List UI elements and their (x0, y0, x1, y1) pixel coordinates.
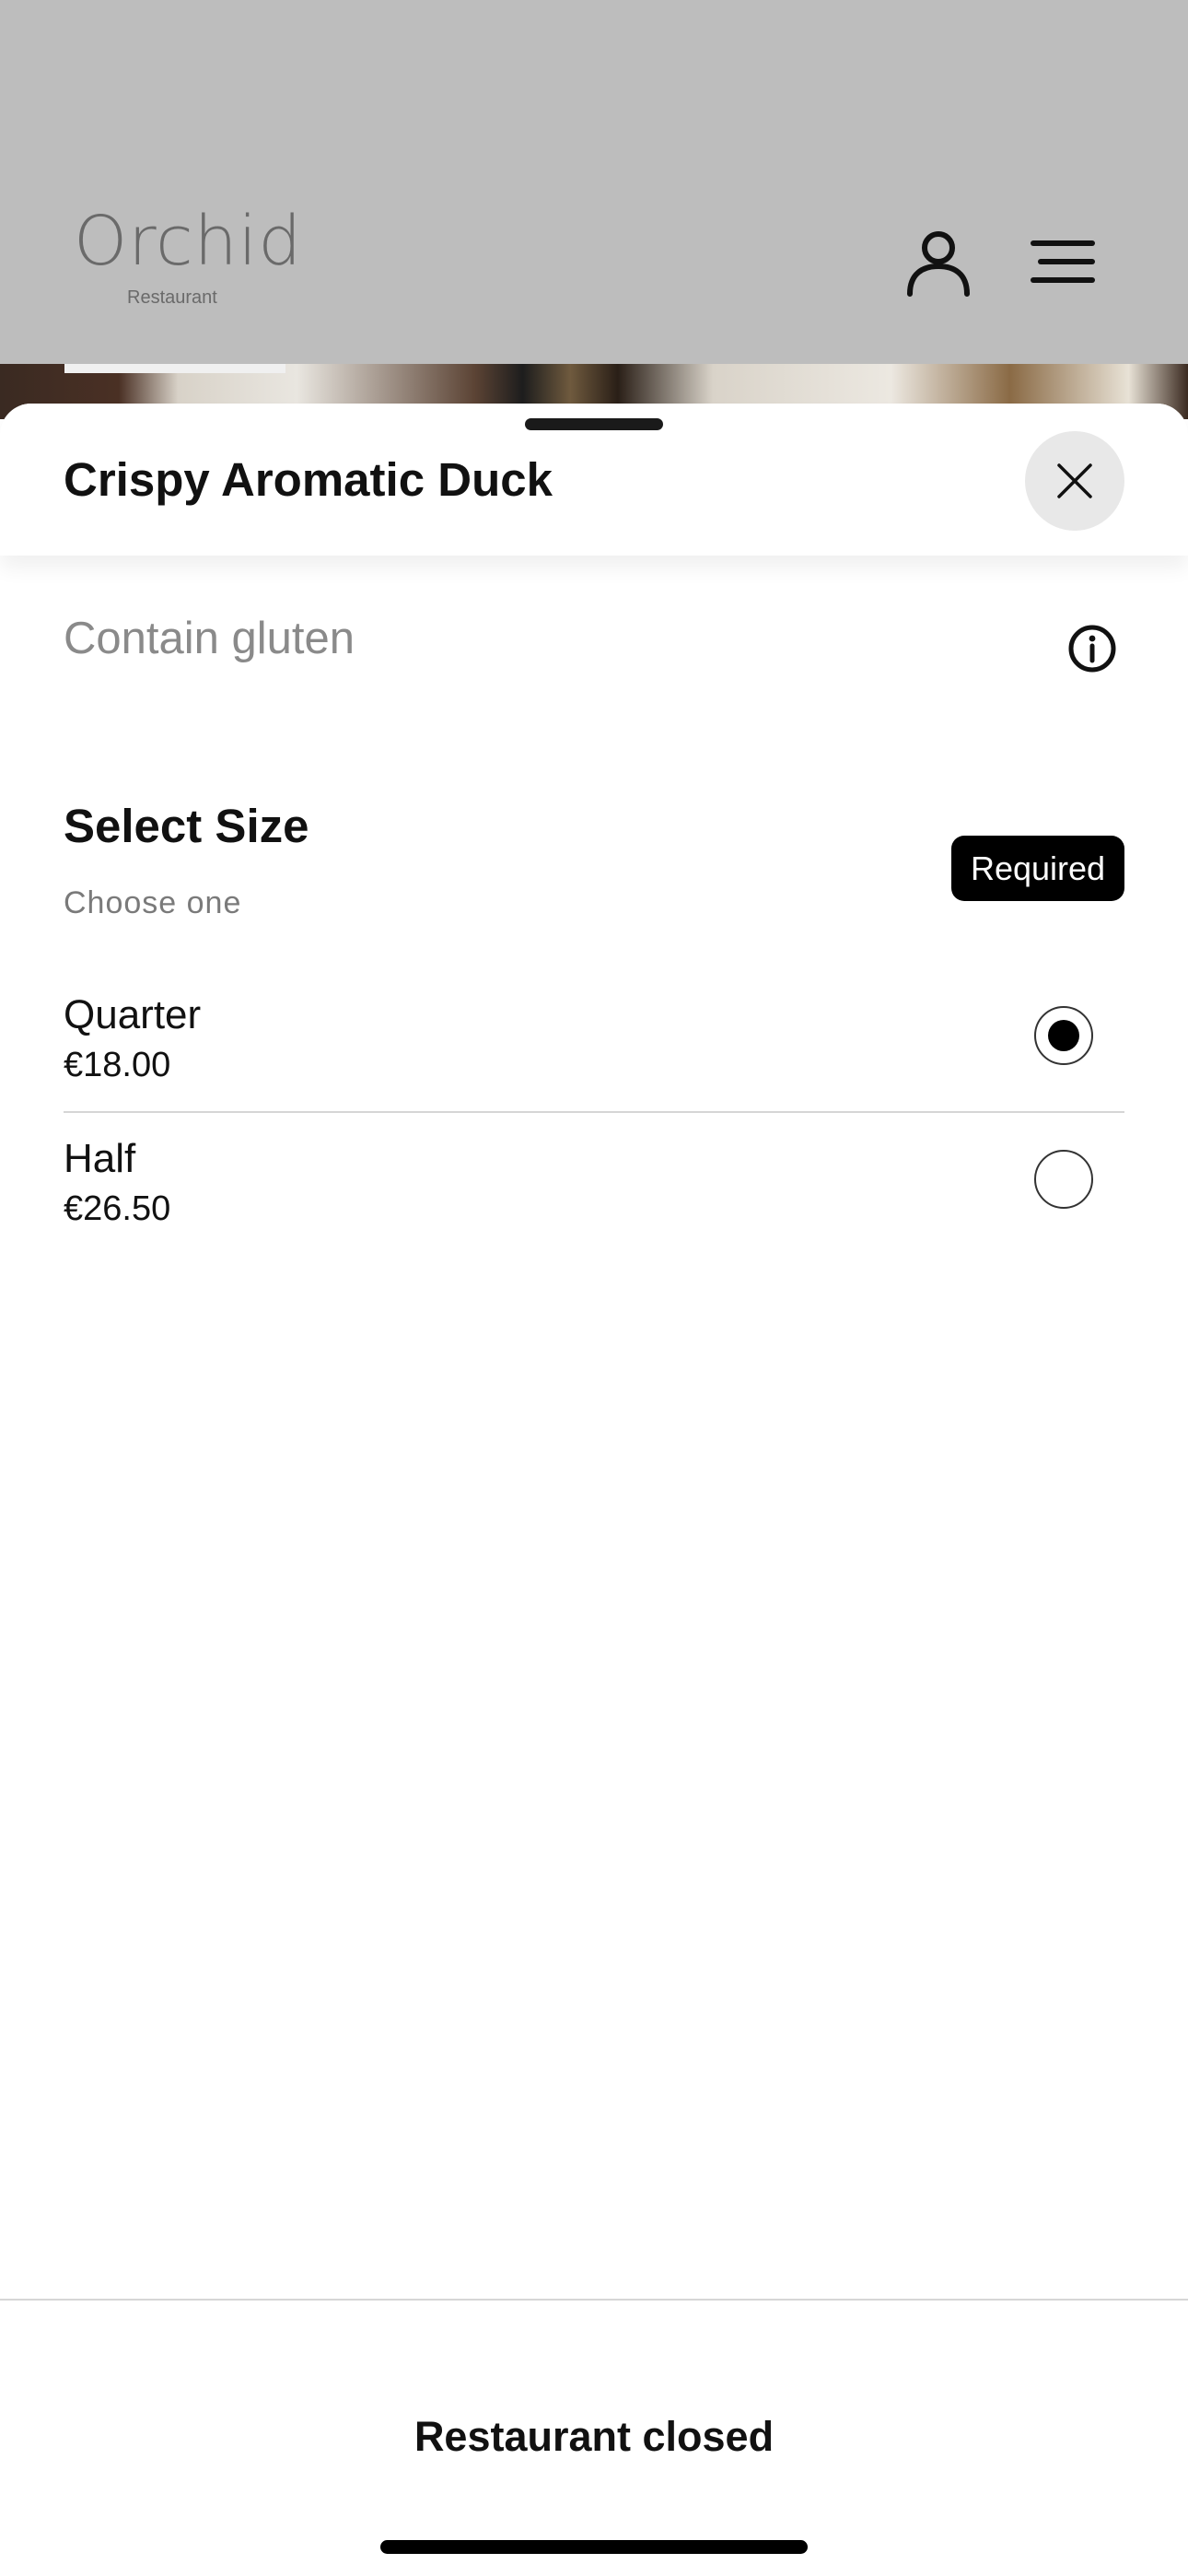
option-name: Half (64, 1136, 136, 1181)
sheet-drag-handle[interactable] (525, 418, 663, 430)
size-option-half[interactable]: Half €26.50 (64, 1135, 1124, 1279)
footer-divider (0, 2299, 1188, 2301)
size-group-subtitle: Choose one (64, 885, 242, 920)
option-divider (64, 1111, 1124, 1113)
item-detail-sheet: Crispy Aromatic Duck Contain gluten Sele… (0, 404, 1188, 2576)
user-icon (907, 231, 970, 297)
info-icon (1068, 625, 1116, 673)
radio-dot (1048, 1020, 1079, 1051)
option-name: Quarter (64, 992, 202, 1037)
logo-wordmark: Orchid (74, 202, 303, 281)
sheet-header: Crispy Aromatic Duck (0, 404, 1188, 556)
menu-button[interactable] (1030, 238, 1096, 286)
size-group-title: Select Size (64, 800, 309, 852)
option-price: €26.50 (64, 1189, 171, 1228)
close-icon (1057, 463, 1092, 498)
restaurant-logo[interactable]: Orchid Restaurant (74, 207, 301, 318)
logo-subtitle: Restaurant (127, 287, 217, 308)
size-option-quarter[interactable]: Quarter €18.00 (64, 991, 1124, 1135)
screen: Orchid Restaurant Crispy Aromatic Duck C… (0, 0, 1188, 2576)
option-price: €18.00 (64, 1046, 171, 1084)
home-indicator (380, 2540, 808, 2554)
radio-button-selected[interactable] (1034, 1006, 1093, 1065)
required-badge: Required (951, 836, 1124, 901)
hamburger-menu-icon (1031, 240, 1095, 283)
site-header: Orchid Restaurant (0, 0, 1188, 364)
restaurant-closed-label: Restaurant closed (413, 2413, 775, 2460)
info-button[interactable] (1067, 624, 1117, 673)
radio-button[interactable] (1034, 1150, 1093, 1209)
close-button[interactable] (1025, 431, 1124, 531)
dish-title: Crispy Aromatic Duck (64, 453, 553, 506)
allergen-note: Contain gluten (64, 614, 355, 663)
account-button[interactable] (903, 226, 974, 298)
hero-tab-marker (64, 364, 285, 373)
